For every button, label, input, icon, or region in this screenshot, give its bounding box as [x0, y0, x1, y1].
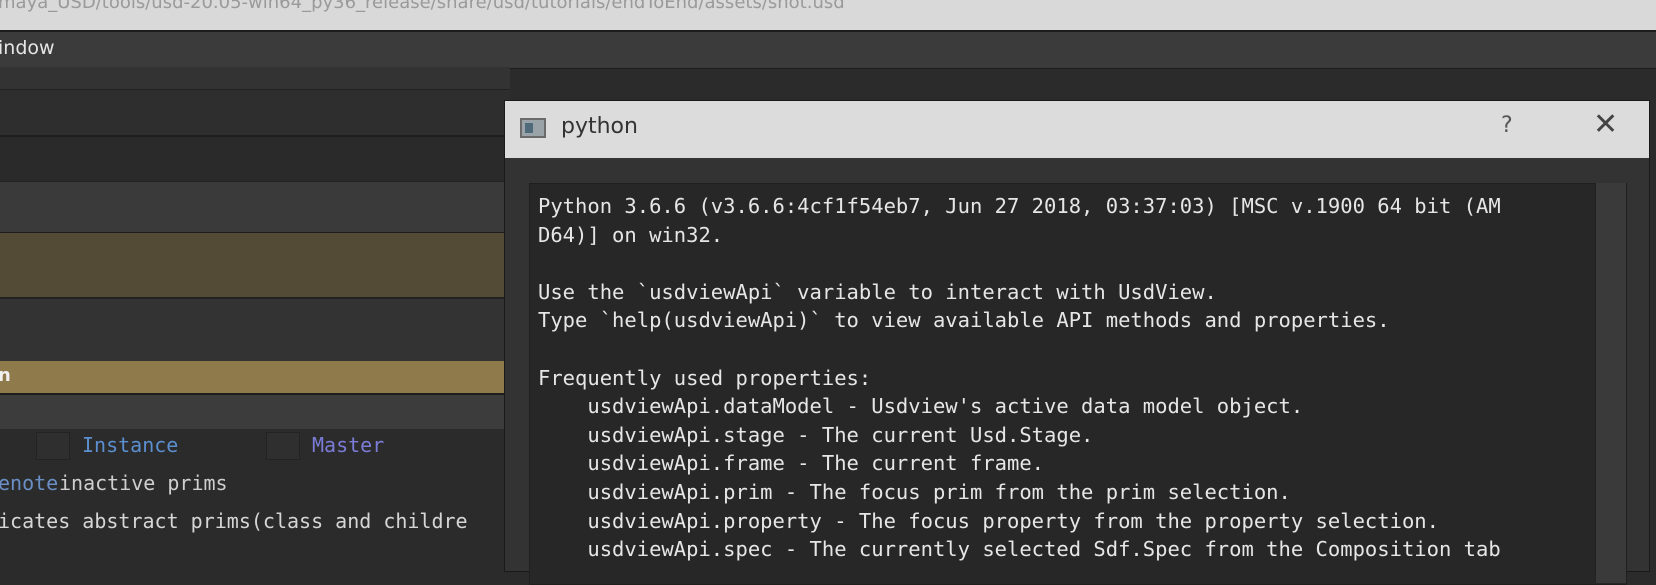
console-line: Frequently used properties:	[538, 365, 872, 390]
console-line: usdviewApi.stage - The current Usd.Stage…	[538, 422, 1094, 447]
python-console[interactable]: Python 3.6.6 (v3.6.6:4cf1f54eb7, Jun 27 …	[529, 183, 1627, 585]
prim-tree-row-highlighted[interactable]	[0, 233, 510, 299]
console-output: Python 3.6.6 (v3.6.6:4cf1f54eb7, Jun 27 …	[538, 192, 1501, 564]
legend-header[interactable]	[0, 393, 510, 431]
dialog-title-bar[interactable]: python ? ✕	[505, 101, 1649, 158]
legend-inactive-prefix: enote	[0, 471, 59, 495]
console-line: usdviewApi.prim - The focus prim from th…	[538, 479, 1291, 504]
legend-master: Master	[312, 433, 385, 457]
python-dialog: python ? ✕ Python 3.6.6 (v3.6.6:4cf1f54e…	[504, 100, 1650, 585]
close-icon[interactable]: ✕	[1593, 107, 1618, 142]
console-line: Type `help(usdviewApi)` to view availabl…	[538, 308, 1390, 333]
window-path: maya_USD/tools/usd-20.05-win64_py36_rele…	[0, 0, 845, 13]
panel-gap	[0, 137, 510, 181]
dialog-title: python	[561, 114, 638, 139]
console-line: usdviewApi.spec - The currently selected…	[538, 537, 1501, 562]
legend-panel: Instance Master enote inactive prims ica…	[0, 429, 510, 569]
console-line: Use the `usdviewApi` variable to interac…	[538, 279, 1217, 304]
toolbar-area	[0, 90, 510, 137]
console-line: usdviewApi.dataModel - Usdview's active …	[538, 394, 1304, 419]
console-line: Python 3.6.6 (v3.6.6:4cf1f54eb7, Jun 27 …	[538, 194, 1501, 218]
console-line: usdviewApi.property - The focus property…	[538, 508, 1439, 533]
toolbar-strip	[0, 67, 510, 90]
console-scrollbar[interactable]	[1595, 183, 1626, 583]
selected-row-label: n	[0, 365, 11, 386]
menu-window[interactable]: indow	[0, 37, 55, 59]
prim-tree-row-selected[interactable]: n	[0, 361, 510, 393]
instance-swatch	[36, 432, 70, 460]
help-icon[interactable]: ?	[1501, 113, 1513, 138]
prim-tree-row[interactable]	[0, 299, 510, 361]
console-line: D64)] on win32.	[538, 222, 724, 247]
menu-bar: indow	[0, 30, 1656, 69]
python-window-icon	[520, 118, 546, 138]
legend-abstract-text: icates abstract prims(class and childre	[0, 509, 468, 533]
console-line: usdviewApi.frame - The current frame.	[538, 451, 1045, 476]
window-title-bar: maya_USD/tools/usd-20.05-win64_py36_rele…	[0, 0, 1656, 30]
legend-instance: Instance	[82, 433, 179, 457]
master-swatch	[266, 432, 300, 460]
legend-inactive-text: inactive prims	[59, 471, 228, 495]
prim-tree-header	[0, 181, 510, 234]
